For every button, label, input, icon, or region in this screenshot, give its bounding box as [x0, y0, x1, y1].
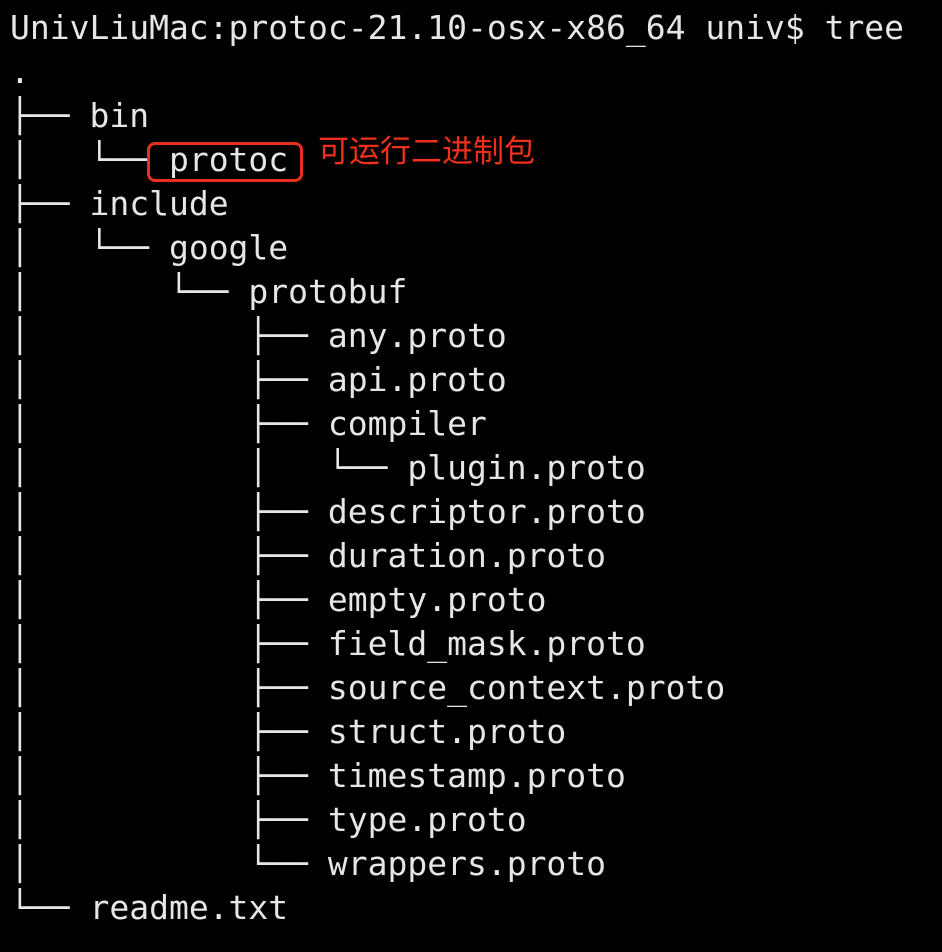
- tree-row: │ └── protobuf: [10, 270, 407, 314]
- tree-row: │ │ └── plugin.proto: [10, 446, 646, 490]
- tree-branch: │ ├──: [10, 668, 328, 707]
- tree-branch: │ └──: [10, 272, 249, 311]
- prompt-line: UnivLiuMac:protoc-21.10-osx-x86_64 univ$…: [10, 8, 905, 47]
- file-plugin-proto: plugin.proto: [407, 448, 646, 487]
- tree-row: │ ├── api.proto: [10, 358, 507, 402]
- tree-branch: │ ├──: [10, 712, 328, 751]
- file-source-context-proto: source_context.proto: [327, 668, 726, 707]
- tree-row: ├── bin: [10, 94, 149, 138]
- tree-branch: │ └──: [10, 228, 169, 267]
- tree-branch: │ ├──: [10, 316, 328, 355]
- tree-row: │ ├── field_mask.proto: [10, 622, 646, 666]
- tree-row: │ ├── descriptor.proto: [10, 490, 646, 534]
- tree-row: │ └── wrappers.proto: [10, 842, 606, 886]
- tree-root: .: [10, 52, 30, 91]
- file-struct-proto: struct.proto: [327, 712, 567, 751]
- tree-row: │ ├── struct.proto: [10, 710, 566, 754]
- tree-branch: ├──: [10, 184, 90, 223]
- tree-row: ├── include: [10, 182, 229, 226]
- tree-branch: │ │ └──: [10, 448, 408, 487]
- file-timestamp-proto: timestamp.proto: [327, 756, 626, 795]
- tree-branch: │ └──: [10, 140, 169, 179]
- tree-branch: │ ├──: [10, 404, 328, 443]
- folder-compiler: compiler: [327, 404, 487, 443]
- folder-protobuf: protobuf: [248, 272, 408, 311]
- tree-row: │ ├── empty.proto: [10, 578, 546, 622]
- terminal-window[interactable]: UnivLiuMac:protoc-21.10-osx-x86_64 univ$…: [0, 0, 942, 952]
- tree-branch: │ ├──: [10, 492, 328, 531]
- tree-row: │ ├── compiler: [10, 402, 487, 446]
- file-any-proto: any.proto: [327, 316, 507, 355]
- file-wrappers-proto: wrappers.proto: [327, 844, 607, 883]
- file-descriptor-proto: descriptor.proto: [327, 492, 646, 531]
- tree-branch: │ ├──: [10, 536, 328, 575]
- tree-branch: │ ├──: [10, 580, 328, 619]
- highlight-box: [147, 142, 303, 182]
- tree-row: └── readme.txt: [10, 886, 288, 930]
- tree-row: │ ├── duration.proto: [10, 534, 606, 578]
- tree-row: │ ├── any.proto: [10, 314, 507, 358]
- tree-branch: ├──: [10, 96, 90, 135]
- file-api-proto: api.proto: [327, 360, 507, 399]
- file-readme-txt: readme.txt: [89, 888, 289, 927]
- tree-row: │ └── google: [10, 226, 288, 270]
- tree-branch: │ ├──: [10, 800, 328, 839]
- tree-row: │ ├── source_context.proto: [10, 666, 725, 710]
- tree-branch: │ ├──: [10, 360, 328, 399]
- file-type-proto: type.proto: [327, 800, 527, 839]
- folder-bin: bin: [89, 96, 150, 135]
- file-empty-proto: empty.proto: [327, 580, 547, 619]
- folder-google: google: [168, 228, 289, 267]
- tree-row: │ ├── type.proto: [10, 798, 527, 842]
- file-duration-proto: duration.proto: [327, 536, 607, 575]
- tree-row: │ ├── timestamp.proto: [10, 754, 626, 798]
- tree-branch: │ └──: [10, 844, 328, 883]
- tree-branch: │ ├──: [10, 624, 328, 663]
- annotation-label: 可运行二进制包: [318, 134, 535, 170]
- file-field-mask-proto: field_mask.proto: [327, 624, 646, 663]
- tree-branch: │ ├──: [10, 756, 328, 795]
- folder-include: include: [89, 184, 229, 223]
- tree-branch: └──: [10, 888, 90, 927]
